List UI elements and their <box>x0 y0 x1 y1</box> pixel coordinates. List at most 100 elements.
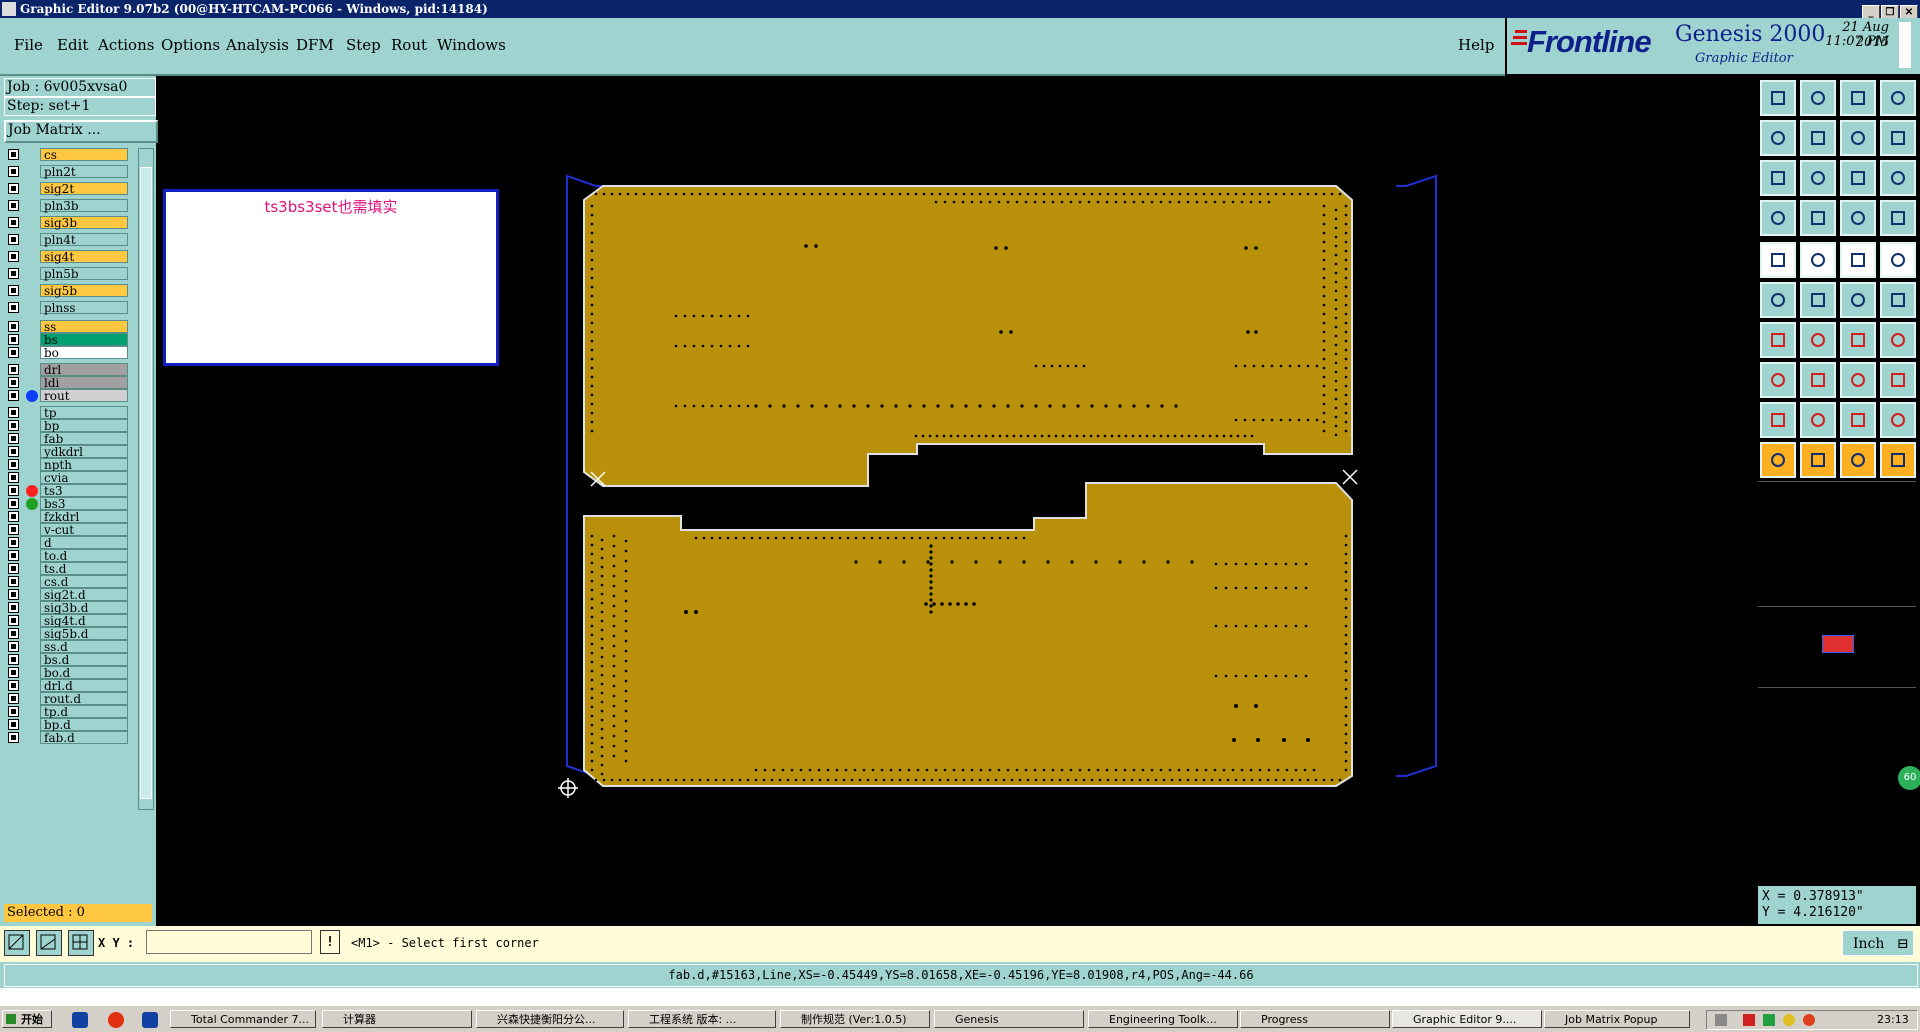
layer-name[interactable]: cvia <box>40 471 128 485</box>
task-calculator[interactable]: 计算器 <box>322 1010 472 1028</box>
layer-row[interactable]: bp <box>6 419 128 433</box>
layer-name[interactable]: drl.d <box>40 679 128 693</box>
layer-row[interactable]: sig2t <box>6 182 128 196</box>
layer-row[interactable]: cs.d <box>6 575 128 589</box>
layer-name[interactable]: sig4t <box>40 250 128 264</box>
layer-name[interactable]: ldi <box>40 376 128 390</box>
task-job-matrix[interactable]: Job Matrix Popup <box>1544 1010 1690 1028</box>
layer-checkbox[interactable] <box>8 563 19 574</box>
layer-checkbox[interactable] <box>8 166 19 177</box>
overview-viewport[interactable] <box>1822 635 1854 653</box>
cross-icon[interactable] <box>1800 282 1836 318</box>
layer-checkbox[interactable] <box>8 654 19 665</box>
layer-name[interactable]: tp.d <box>40 705 128 719</box>
layer-checkbox[interactable] <box>8 407 19 418</box>
layer-row[interactable]: cvia <box>6 471 128 485</box>
layer-row[interactable]: bs <box>6 333 128 347</box>
layer-row[interactable]: plnss <box>6 301 128 315</box>
layer-checkbox[interactable] <box>8 347 19 358</box>
layer-name[interactable]: sig3b <box>40 216 128 230</box>
window-title-bar[interactable]: Graphic Editor 9.07b2 (00@HY-HTCAM-PC066… <box>0 0 1920 21</box>
units-dropdown[interactable]: Inch ⊟ <box>1842 930 1914 956</box>
layer-checkbox[interactable] <box>8 217 19 228</box>
grid-mode-icon[interactable] <box>68 930 94 956</box>
home-icon[interactable] <box>1840 80 1876 116</box>
select-icon[interactable] <box>1800 442 1836 478</box>
layer-row[interactable]: bs.d <box>6 653 128 667</box>
task-graphic-editor[interactable]: Graphic Editor 9.... <box>1392 1010 1542 1028</box>
tray-icon[interactable] <box>1743 1014 1755 1026</box>
zoom-badge[interactable]: 60 <box>1898 766 1920 790</box>
menu-rout[interactable]: Rout <box>391 36 427 54</box>
zoom-icon[interactable] <box>1880 120 1916 156</box>
tray-icon[interactable] <box>1715 1014 1727 1026</box>
fit-icon[interactable] <box>1840 120 1876 156</box>
layer-name[interactable]: to.d <box>40 549 128 563</box>
layer-checkbox[interactable] <box>8 641 19 652</box>
menu-help[interactable]: Help <box>1458 36 1494 54</box>
task-genesis[interactable]: Genesis <box>934 1010 1084 1028</box>
layer-checkbox[interactable] <box>8 285 19 296</box>
task-spec[interactable]: 制作规范 (Ver:1.0.5) <box>780 1010 930 1028</box>
layer-name[interactable]: sig5b <box>40 284 128 298</box>
layer-row[interactable]: d <box>6 536 128 550</box>
layer-row[interactable]: ldi <box>6 376 128 390</box>
layer-row[interactable]: drl.d <box>6 679 128 693</box>
layer-row[interactable]: rout <box>6 389 128 403</box>
layer-name[interactable]: bs3 <box>40 497 128 511</box>
open-step-icon[interactable] <box>1760 80 1796 116</box>
layer-checkbox[interactable] <box>8 550 19 561</box>
layer-checkbox[interactable] <box>8 268 19 279</box>
layer-name[interactable]: sig4t.d <box>40 614 128 628</box>
xy-input[interactable] <box>146 930 312 954</box>
delete-icon[interactable] <box>1800 362 1836 398</box>
layer-name[interactable]: pln2t <box>40 165 128 179</box>
layer-row[interactable]: sig4t <box>6 250 128 264</box>
layer-checkbox[interactable] <box>8 628 19 639</box>
layer-checkbox[interactable] <box>8 149 19 160</box>
layer-row[interactable]: sig5b <box>6 284 128 298</box>
layer-name[interactable]: bo.d <box>40 666 128 680</box>
layer-row[interactable]: fzkdrl <box>6 510 128 524</box>
layer-name[interactable]: tp <box>40 406 128 420</box>
task-total-commander[interactable]: Total Commander 7... <box>170 1010 316 1028</box>
triangle-b-icon[interactable] <box>1840 402 1876 438</box>
layer-checkbox[interactable] <box>8 602 19 613</box>
layer-name[interactable]: cs <box>40 148 128 162</box>
layer-checkbox[interactable] <box>8 615 19 626</box>
menu-edit[interactable]: Edit <box>57 36 88 54</box>
line-icon[interactable] <box>1800 322 1836 358</box>
task-engineering-system[interactable]: 工程系统 版本: ... <box>628 1010 776 1028</box>
grid-icon[interactable] <box>1800 200 1836 236</box>
menu-actions[interactable]: Actions <box>98 36 154 54</box>
menu-analysis[interactable]: Analysis <box>226 36 289 54</box>
menu-file[interactable]: File <box>14 36 43 54</box>
alert-icon[interactable]: ! <box>320 930 340 954</box>
layer-row[interactable]: bp.d <box>6 718 128 732</box>
layer-name[interactable]: sig2t.d <box>40 588 128 602</box>
layer-list-scrollbar[interactable] <box>138 148 154 810</box>
layer-checkbox[interactable] <box>8 680 19 691</box>
layer-row[interactable]: sig4t.d <box>6 614 128 628</box>
layer-checkbox[interactable] <box>8 589 19 600</box>
help-icon[interactable] <box>1880 160 1916 196</box>
menu-options[interactable]: Options <box>161 36 220 54</box>
layer-row[interactable]: ydkdrl <box>6 445 128 459</box>
layer-name[interactable]: ts3 <box>40 484 128 498</box>
layer-checkbox[interactable] <box>8 321 19 332</box>
triangle-a-icon[interactable] <box>1800 402 1836 438</box>
line-angle-icon[interactable] <box>1760 322 1796 358</box>
move-icon[interactable] <box>1880 362 1916 398</box>
layer-row[interactable]: sig3b.d <box>6 601 128 615</box>
layer-checkbox[interactable] <box>8 433 19 444</box>
pan-left-icon[interactable] <box>1760 120 1796 156</box>
node-icon[interactable] <box>1760 282 1796 318</box>
layer-name[interactable]: drl <box>40 363 128 377</box>
triangle-icon[interactable] <box>1760 402 1796 438</box>
layer-checkbox[interactable] <box>8 446 19 457</box>
layer-name[interactable]: ss <box>40 320 128 334</box>
layer-name[interactable]: sig5b.d <box>40 627 128 641</box>
layer-name[interactable]: cs.d <box>40 575 128 589</box>
layer-row[interactable]: ss <box>6 320 128 334</box>
snap-icon[interactable] <box>1840 200 1876 236</box>
